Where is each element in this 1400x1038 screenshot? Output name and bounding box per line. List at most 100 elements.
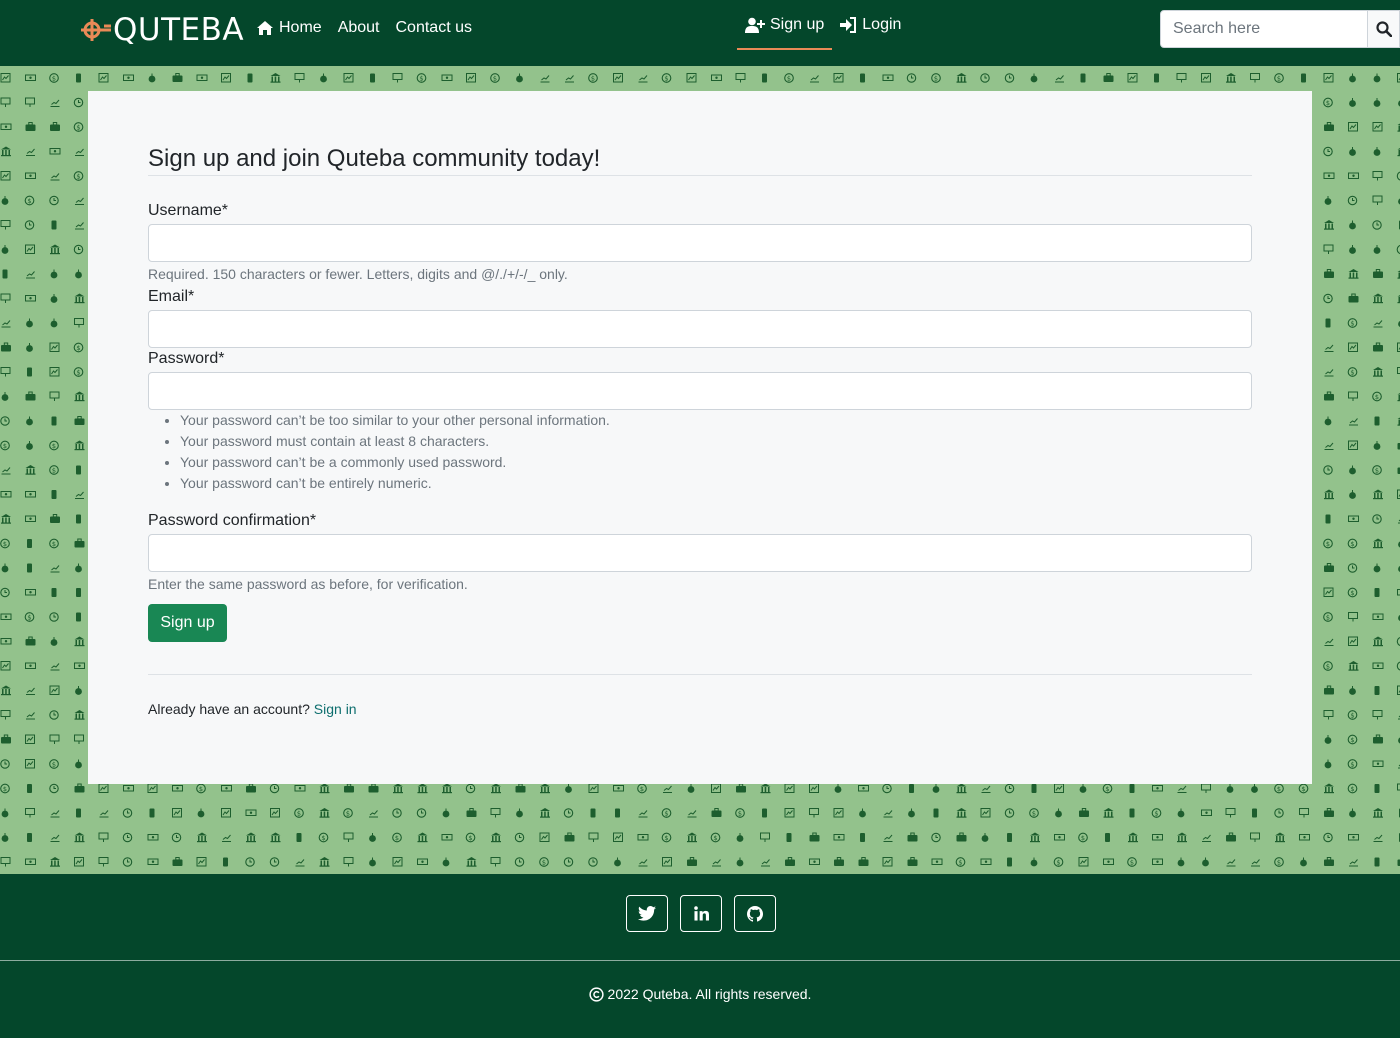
- pattern-icon: $: [1151, 808, 1162, 818]
- pattern-icon: [736, 783, 746, 793]
- pattern-icon: [1349, 418, 1358, 426]
- pattern-icon: [490, 808, 501, 818]
- nav-about[interactable]: About: [338, 18, 380, 38]
- pattern-icon: $: [1127, 857, 1137, 867]
- pattern-icon: [1324, 220, 1334, 230]
- pattern-icon: [1054, 783, 1064, 793]
- pattern-icon: [491, 832, 501, 843]
- pattern-icon: $: [24, 195, 35, 206]
- pattern-icon: [74, 662, 85, 669]
- username-field[interactable]: [148, 224, 1252, 262]
- pattern-icon: [762, 73, 767, 83]
- pattern-icon: [1324, 563, 1334, 572]
- pattern-icon: $: [318, 832, 329, 843]
- pattern-icon: [565, 75, 574, 83]
- pattern-icon: [50, 122, 60, 131]
- nav-contact[interactable]: Contact us: [396, 18, 472, 38]
- svg-text:$: $: [1277, 74, 1281, 82]
- pattern-icon: [613, 73, 623, 83]
- brand-name: QUTEBA: [113, 12, 245, 48]
- pattern-icon: [1030, 832, 1040, 843]
- nav-login[interactable]: Login: [832, 0, 909, 50]
- pattern-icon: $: [1347, 538, 1358, 549]
- password-confirmation-field[interactable]: [148, 534, 1252, 572]
- pattern-icon: [1374, 416, 1380, 426]
- search-input[interactable]: [1160, 10, 1368, 48]
- pattern-icon: [760, 783, 771, 794]
- pattern-icon: [1055, 808, 1062, 818]
- pattern-icon: [75, 197, 84, 205]
- nav-signup-link[interactable]: Sign up: [745, 15, 824, 35]
- pattern-icon: $: [1053, 857, 1064, 867]
- brand[interactable]: QUTEBA: [80, 12, 244, 48]
- nav-signup[interactable]: Sign up: [737, 0, 833, 50]
- pattern-icon: $: [73, 122, 84, 132]
- linkedin-button[interactable]: [680, 895, 722, 932]
- pattern-icon: [1348, 342, 1358, 352]
- pattern-icon: [1372, 514, 1382, 524]
- search-button[interactable]: [1368, 10, 1400, 48]
- pattern-icon: [514, 857, 525, 867]
- signin-link[interactable]: Sign in: [314, 701, 357, 717]
- pattern-icon: [319, 783, 330, 794]
- pattern-icon: [1373, 538, 1383, 549]
- twitter-button[interactable]: [626, 895, 668, 932]
- password-help-item: Your password must contain at least 8 ch…: [180, 432, 610, 453]
- pattern-icon: [343, 73, 354, 83]
- pattern-icon: [615, 808, 620, 818]
- pattern-icon: [148, 73, 156, 83]
- pattern-icon: [75, 491, 84, 499]
- pattern-icon: [26, 712, 35, 720]
- svg-text:$: $: [27, 197, 31, 205]
- pattern-icon: [1324, 269, 1334, 278]
- signup-submit-button[interactable]: Sign up: [148, 604, 227, 642]
- page-title: Sign up and join Quteba community today!: [148, 145, 601, 172]
- pattern-icon: [26, 416, 33, 426]
- pattern-icon: [786, 833, 792, 842]
- pattern-icon: [0, 661, 11, 671]
- nav-home[interactable]: Home: [256, 18, 322, 38]
- pattern-icon: [1325, 514, 1331, 524]
- pattern-icon: [416, 808, 427, 818]
- pattern-icon: [0, 220, 11, 230]
- pattern-icon: [1103, 73, 1114, 82]
- pattern-icon: [1325, 318, 1331, 328]
- pattern-icon: [296, 833, 302, 842]
- pattern-icon: [49, 685, 60, 695]
- pattern-icon: [74, 416, 85, 425]
- pattern-icon: [76, 612, 81, 622]
- pattern-icon: [122, 808, 133, 818]
- pattern-icon: [1127, 73, 1138, 83]
- pattern-icon: $: [1372, 391, 1382, 402]
- pattern-icon: [392, 808, 402, 818]
- pattern-icon: [540, 75, 550, 83]
- pattern-icon: [1349, 490, 1356, 499]
- pattern-icon: [1004, 808, 1015, 818]
- nav-login-link[interactable]: Login: [840, 15, 901, 35]
- password-field[interactable]: [148, 372, 1252, 410]
- pattern-icon: $: [1372, 465, 1382, 475]
- pattern-icon: [1373, 342, 1383, 352]
- svg-text:$: $: [591, 74, 595, 82]
- pattern-icon: [196, 857, 207, 867]
- svg-text:$: $: [1350, 368, 1354, 376]
- pattern-icon: $: [931, 73, 941, 83]
- pattern-icon: [147, 783, 158, 793]
- pattern-icon: [1373, 563, 1381, 573]
- pattern-icon: [50, 637, 58, 646]
- svg-text:$: $: [199, 785, 203, 793]
- nav-signup-label: Sign up: [770, 16, 825, 33]
- password-confirmation-help: Enter the same password as before, for v…: [148, 576, 468, 592]
- pattern-icon: [74, 710, 85, 720]
- github-button[interactable]: [734, 895, 776, 932]
- pattern-icon: [833, 73, 844, 83]
- pattern-icon: [76, 514, 81, 524]
- already-text: Already have an account?: [148, 701, 310, 717]
- svg-text:$: $: [787, 74, 791, 82]
- pattern-icon: [514, 832, 525, 843]
- pattern-icon: [123, 785, 134, 792]
- email-field[interactable]: [148, 310, 1252, 348]
- pattern-icon: [1, 245, 9, 254]
- pattern-icon: [0, 587, 10, 598]
- svg-text:$: $: [1326, 613, 1330, 621]
